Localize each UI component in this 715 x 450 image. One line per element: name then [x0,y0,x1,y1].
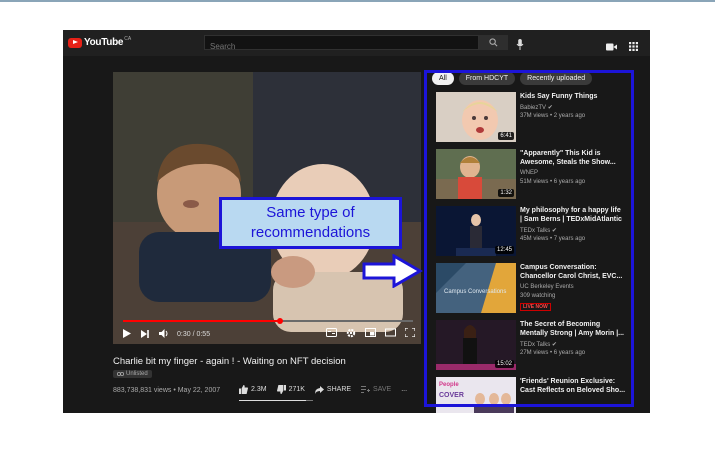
miniplayer-icon[interactable] [365,328,376,337]
search-box[interactable] [204,35,479,53]
share-label: SHARE [326,386,352,393]
like-button[interactable]: 2.3M [239,385,267,394]
callout-line-1: Same type of [266,204,355,221]
share-button[interactable]: SHARE [314,385,352,394]
unlisted-label: Unlisted [126,371,148,377]
fullscreen-icon[interactable] [405,328,415,337]
like-ratio-bar [239,400,313,401]
callout-line-2: recommendations [250,224,371,241]
top-bar: YouTube CA [63,30,650,56]
time-display: 0:30 / 0:55 [177,330,211,338]
save-button[interactable]: SAVE [361,385,392,394]
thumbs-down-icon [276,385,286,394]
view-count-date: 883,738,831 views • May 22, 2007 [113,387,221,394]
recommendations-highlight-box [424,70,634,407]
right-arrow-icon [362,254,424,288]
apps-button[interactable] [629,38,638,56]
video-actions: 2.3M 271K SHARE SAVE ... [239,385,417,394]
settings-gear-icon[interactable] [346,328,356,338]
link-icon [117,372,124,376]
unlisted-badge: Unlisted [113,370,152,378]
video-progress-bar[interactable] [123,318,413,324]
video-title: Charlie bit my finger - again ! - Waitin… [113,356,346,367]
thumbs-up-icon [239,385,248,394]
volume-button[interactable] [159,325,169,343]
next-button[interactable] [141,325,149,343]
current-time: 0:30 [177,330,191,338]
more-actions-label: ... [401,386,408,393]
annotation-callout: Same type of recommendations [219,197,402,249]
like-count: 2.3M [251,386,267,393]
microphone-icon [516,39,524,50]
search-input[interactable] [205,40,478,53]
skip-next-icon [141,330,149,338]
search-button[interactable] [479,35,508,50]
play-button[interactable] [123,325,131,343]
logo-text: YouTube [84,37,124,48]
playlist-add-icon [361,385,371,393]
share-arrow-icon [314,385,324,394]
player-controls-right [326,328,415,338]
more-actions-button[interactable]: ... [401,386,407,393]
player-controls: 0:30 / 0:55 [113,324,421,344]
dislike-count: 271K [288,386,305,393]
volume-icon [159,329,168,338]
voice-search-button[interactable] [516,37,524,55]
apps-grid-icon [629,42,638,51]
dislike-button[interactable]: 271K [276,385,305,394]
region-code: CA [124,35,132,42]
play-icon [123,329,131,338]
video-camera-icon [606,43,617,51]
video-duration: 0:55 [196,330,211,338]
youtube-logo[interactable]: YouTube CA [68,35,132,48]
search-icon [489,38,498,47]
save-label: SAVE [373,386,392,393]
theater-mode-icon[interactable] [385,328,396,337]
progress-played [123,320,280,322]
youtube-play-logo-icon [68,37,82,48]
create-video-button[interactable] [606,38,617,56]
top-rule [0,0,715,2]
captions-icon[interactable] [326,328,337,337]
like-ratio-fill [239,400,306,401]
